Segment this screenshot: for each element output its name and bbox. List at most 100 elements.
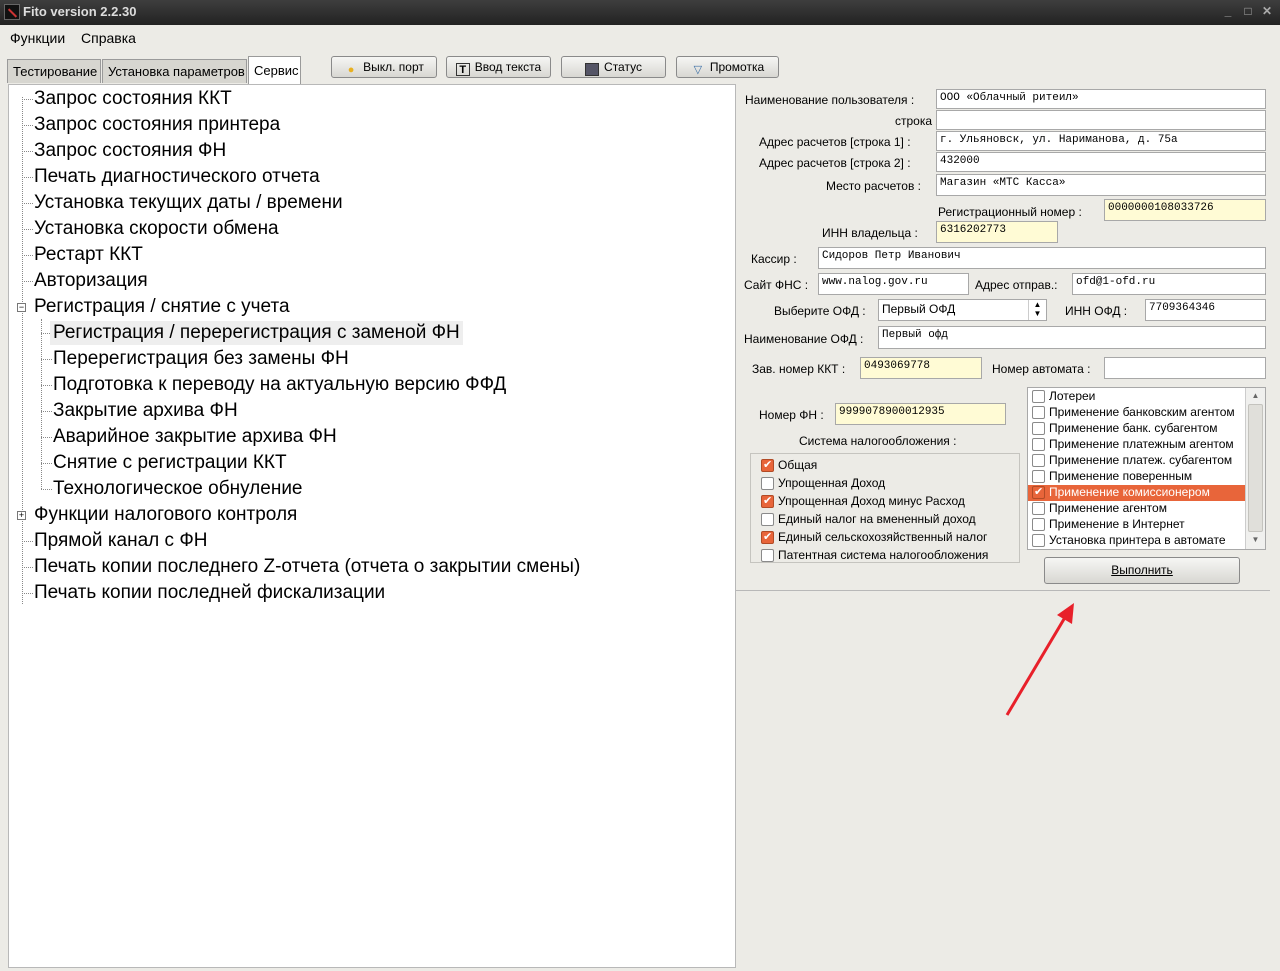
reg-number-field[interactable]: 0000000108033726 <box>1104 199 1266 221</box>
reg-number-label: Регистрационный номер : <box>938 205 1082 219</box>
checkbox[interactable] <box>761 477 774 490</box>
checkbox[interactable] <box>761 494 774 508</box>
ofd-select-label: Выберите ОФД : <box>774 304 866 318</box>
tree-item[interactable]: Прямой канал с ФН <box>34 529 208 553</box>
tree-child-item[interactable]: Снятие с регистрации ККТ <box>53 451 287 475</box>
tree-child-item[interactable]: Аварийное закрытие архива ФН <box>53 425 337 449</box>
sign-option[interactable]: Установка принтера в автомате <box>1028 533 1245 549</box>
automat-number-field[interactable] <box>1104 357 1266 379</box>
window-title: Fito version 2.2.30 <box>23 4 137 19</box>
tree-item[interactable]: Печать копии последнего Z-отчета (отчета… <box>34 555 580 579</box>
inn-field[interactable]: 6316202773 <box>936 221 1058 243</box>
tree-guide <box>22 541 33 542</box>
sign-option[interactable]: Применение в Интернет <box>1028 517 1245 533</box>
fns-site-field[interactable]: www.nalog.gov.ru <box>818 273 969 295</box>
ofd-inn-field[interactable]: 7709364346 <box>1145 299 1266 321</box>
tab-service[interactable]: Сервис <box>248 56 301 84</box>
tree-guide <box>41 463 52 464</box>
operation-signs-list[interactable]: Лотереи Применение банковским агентом Пр… <box>1027 387 1266 550</box>
execute-button[interactable]: Выполнить <box>1044 557 1240 584</box>
line2-field[interactable] <box>936 110 1266 130</box>
checkbox[interactable] <box>761 549 774 562</box>
checkbox[interactable] <box>1032 422 1045 435</box>
feed-button[interactable]: ▽ Промотка <box>676 56 779 78</box>
annotation-arrow <box>1005 603 1074 716</box>
menu-bar: Функции Справка <box>0 25 1280 49</box>
checkbox[interactable] <box>761 513 774 526</box>
checkbox[interactable] <box>1032 438 1045 451</box>
checkbox[interactable] <box>761 458 774 472</box>
annotation-arrow-head <box>1057 603 1074 624</box>
tree-child-item[interactable]: Подготовка к переводу на актуальную верс… <box>53 373 506 397</box>
lightbulb-icon: ● <box>347 64 355 76</box>
checkbox[interactable] <box>1032 454 1045 467</box>
tree-child-item[interactable]: Перерегистрация без замены ФН <box>53 347 349 371</box>
app-icon <box>4 4 20 20</box>
tab-settings[interactable]: Установка параметров <box>102 59 247 83</box>
sign-option[interactable]: Лотереи <box>1028 389 1245 405</box>
address1-field[interactable]: г. Ульяновск, ул. Нариманова, д. 75а <box>936 131 1266 151</box>
sign-option[interactable]: Применение поверенным <box>1028 469 1245 485</box>
collapse-icon[interactable]: − <box>17 303 26 312</box>
address2-field[interactable]: 432000 <box>936 152 1266 172</box>
tree-guide <box>22 177 33 178</box>
expand-icon[interactable]: + <box>17 511 26 520</box>
tree-child-item[interactable]: Закрытие архива ФН <box>53 399 238 423</box>
kkt-number-field[interactable]: 0493069778 <box>860 357 982 379</box>
address2-label: Адрес расчетов [строка 2] : <box>759 156 911 170</box>
place-field[interactable]: Магазин «МТС Касса» <box>936 174 1266 196</box>
user-name-field[interactable]: ООО «Облачный ритеил» <box>936 89 1266 109</box>
scroll-thumb[interactable] <box>1248 404 1263 532</box>
tree-item[interactable]: Рестарт ККТ <box>34 243 143 267</box>
tree-item[interactable]: Установка текущих даты / времени <box>34 191 343 215</box>
automat-number-label: Номер автомата : <box>992 362 1091 376</box>
maximize-icon[interactable]: □ <box>1240 3 1256 19</box>
port-off-button[interactable]: ● Выкл. порт <box>331 56 437 78</box>
scrollbar[interactable]: ▲ ▼ <box>1245 388 1265 549</box>
checkbox[interactable] <box>1032 502 1045 515</box>
spinner-icon[interactable]: ▲ ▼ <box>1028 300 1046 320</box>
sender-email-field[interactable]: ofd@1-ofd.ru <box>1072 273 1266 295</box>
tab-testing[interactable]: Тестирование <box>7 59 101 83</box>
sign-option[interactable]: Применение комиссионером <box>1028 485 1245 501</box>
tree-item[interactable]: Установка скорости обмена <box>34 217 279 241</box>
checkbox[interactable] <box>1032 406 1045 419</box>
sign-option[interactable]: Применение агентом <box>1028 501 1245 517</box>
tree-child-item[interactable]: Регистрация / перерегистрация с заменой … <box>50 321 463 345</box>
tree-guide <box>22 151 33 152</box>
tree-item[interactable]: Печать копии последней фискализации <box>34 581 385 605</box>
fn-number-field[interactable]: 9999078900012935 <box>835 403 1006 425</box>
tree-item[interactable]: Функции налогового контроля <box>34 503 297 527</box>
tree-item[interactable]: Запрос состояния принтера <box>34 113 280 137</box>
tree-item[interactable]: Запрос состояния ФН <box>34 139 226 163</box>
checkbox[interactable] <box>1032 534 1045 547</box>
close-icon[interactable]: ✕ <box>1259 3 1275 19</box>
tree-item[interactable]: Печать диагностического отчета <box>34 165 320 189</box>
menu-help[interactable]: Справка <box>81 30 136 46</box>
cashier-label: Кассир : <box>751 252 797 266</box>
checkbox[interactable] <box>1032 518 1045 531</box>
checkbox[interactable] <box>1032 485 1045 499</box>
checkbox[interactable] <box>761 530 774 544</box>
sign-option[interactable]: Применение банк. субагентом <box>1028 421 1245 437</box>
ofd-name-field[interactable]: Первый офд <box>878 326 1266 349</box>
tree-child-item[interactable]: Технологическое обнуление <box>53 477 303 501</box>
sign-option[interactable]: Применение платежным агентом <box>1028 437 1245 453</box>
text-input-button[interactable]: T Ввод текста <box>446 56 551 78</box>
menu-functions[interactable]: Функции <box>10 30 65 46</box>
tree-guide <box>22 255 33 256</box>
service-tree[interactable]: Запрос состояния ККТ Запрос состояния пр… <box>8 84 736 968</box>
ofd-select[interactable]: Первый ОФД ▲ ▼ <box>878 299 1047 321</box>
scroll-down-icon[interactable]: ▼ <box>1248 533 1263 547</box>
sign-option[interactable]: Применение банковским агентом <box>1028 405 1245 421</box>
checkbox[interactable] <box>1032 390 1045 403</box>
checkbox[interactable] <box>1032 470 1045 483</box>
sign-option[interactable]: Применение платеж. субагентом <box>1028 453 1245 469</box>
tree-item[interactable]: Запрос состояния ККТ <box>34 87 232 111</box>
minimize-icon[interactable]: _ <box>1220 3 1236 19</box>
tree-item[interactable]: Авторизация <box>34 269 148 293</box>
scroll-up-icon[interactable]: ▲ <box>1248 389 1263 403</box>
status-button[interactable]: Статус <box>561 56 666 78</box>
tree-item[interactable]: Регистрация / снятие с учета <box>34 295 290 319</box>
cashier-field[interactable]: Сидоров Петр Иванович <box>818 247 1266 269</box>
